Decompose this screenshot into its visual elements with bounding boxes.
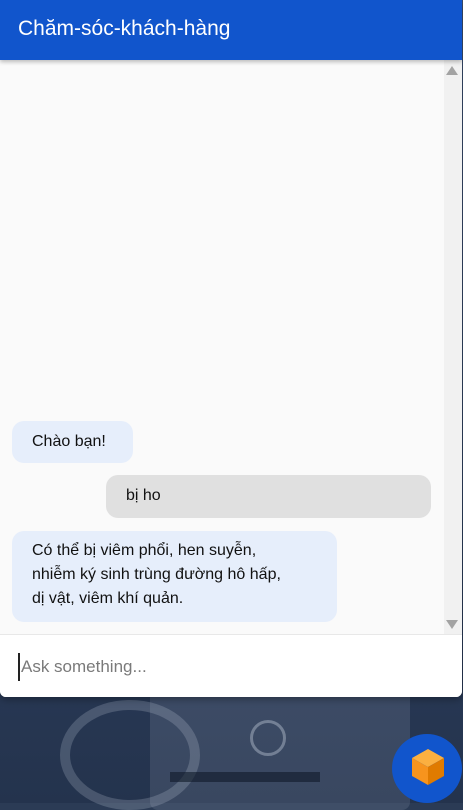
- scroll-up-arrow-icon[interactable]: [446, 66, 458, 75]
- bot-message: Có thể bị viêm phổi, hen suyễn, nhiễm ký…: [12, 531, 337, 622]
- message-text: Chào bạn!: [32, 433, 106, 450]
- background-stethoscope-chest-piece: [250, 720, 286, 756]
- cube-icon: [412, 749, 444, 785]
- chat-title: Chăm-sóc-khách-hàng: [18, 17, 231, 40]
- message-input[interactable]: [18, 653, 441, 681]
- chat-widget: Chăm-sóc-khách-hàng Chào bạn! bị ho Có t…: [0, 0, 462, 697]
- background-pen: [170, 772, 320, 782]
- scroll-down-arrow-icon[interactable]: [446, 620, 458, 629]
- background-stethoscope: [60, 700, 200, 810]
- bot-message: Chào bạn!: [12, 421, 133, 463]
- message-scrollbar[interactable]: [444, 60, 462, 634]
- message-list[interactable]: Chào bạn! bị ho Có thể bị viêm phổi, hen…: [0, 60, 444, 634]
- message-line: nhiễm ký sinh trùng đường hô hấp,: [32, 566, 281, 583]
- message-text: bị ho: [126, 487, 161, 504]
- chat-launcher-button[interactable]: [392, 734, 462, 803]
- message-line: dị vật, viêm khí quản.: [32, 590, 184, 607]
- message-line: Có thể bị viêm phổi, hen suyễn,: [32, 542, 257, 559]
- user-message: bị ho: [106, 475, 431, 518]
- chat-header: Chăm-sóc-khách-hàng: [0, 0, 462, 60]
- input-area: [0, 634, 462, 697]
